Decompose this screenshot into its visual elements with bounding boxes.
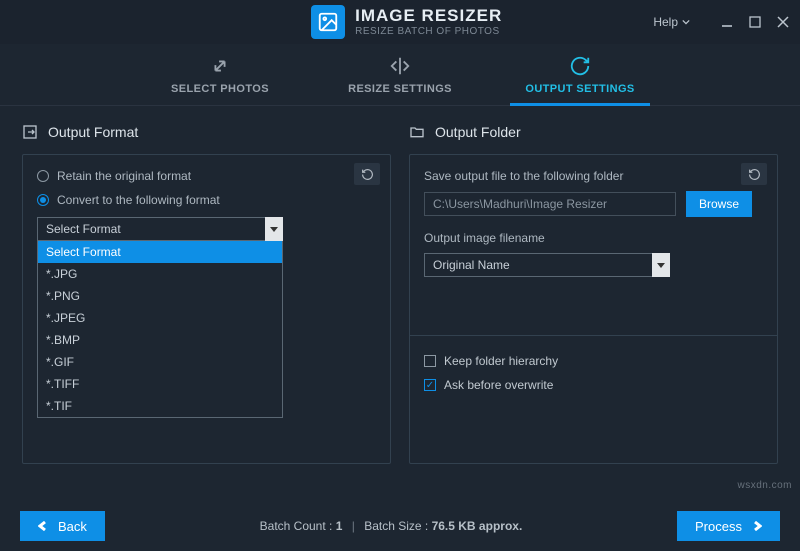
format-dropdown: Select Format *.JPG *.PNG *.JPEG *.BMP *… (37, 241, 283, 418)
app-logo (311, 5, 345, 39)
maximize-button[interactable] (748, 15, 762, 29)
process-button[interactable]: Process (677, 511, 780, 541)
close-button[interactable] (776, 15, 790, 29)
format-option[interactable]: Select Format (38, 241, 282, 263)
radio-convert-format[interactable]: Convert to the following format (37, 193, 376, 207)
tab-resize-settings[interactable]: RESIZE SETTINGS (340, 44, 460, 105)
checkbox-unchecked-icon (424, 355, 436, 367)
radio-unchecked-icon (37, 170, 49, 182)
export-icon (22, 124, 38, 140)
chevron-right-icon (752, 521, 762, 531)
filename-select[interactable]: Original Name (424, 253, 670, 277)
image-icon (317, 11, 339, 33)
filename-label: Output image filename (424, 231, 763, 245)
flip-horizontal-icon (389, 55, 411, 77)
tab-select-photos[interactable]: SELECT PHOTOS (160, 44, 280, 105)
reset-format-button[interactable] (354, 163, 380, 185)
undo-icon (748, 168, 761, 181)
format-option[interactable]: *.TIFF (38, 373, 282, 395)
chevron-down-icon[interactable] (265, 217, 283, 241)
app-subtitle: RESIZE BATCH OF PHOTOS (355, 26, 502, 38)
watermark: wsxdn.com (737, 480, 792, 491)
chevron-left-icon (38, 521, 48, 531)
undo-icon (361, 168, 374, 181)
chevron-down-icon (682, 18, 690, 26)
browse-button[interactable]: Browse (686, 191, 752, 217)
ask-overwrite-checkbox[interactable]: ✓ Ask before overwrite (424, 378, 763, 392)
format-select[interactable]: Select Format (37, 217, 283, 241)
keep-folder-checkbox[interactable]: Keep folder hierarchy (424, 354, 763, 368)
format-option[interactable]: *.BMP (38, 329, 282, 351)
back-button[interactable]: Back (20, 511, 105, 541)
format-option[interactable]: *.JPG (38, 263, 282, 285)
chevron-down-icon[interactable] (652, 253, 670, 277)
save-path-label: Save output file to the following folder (424, 169, 763, 183)
format-option[interactable]: *.PNG (38, 285, 282, 307)
output-folder-title: Output Folder (435, 124, 521, 140)
output-path-input[interactable]: C:\Users\Madhuri\Image Resizer (424, 192, 676, 216)
expand-icon (209, 55, 231, 77)
minimize-button[interactable] (720, 15, 734, 29)
radio-checked-icon (37, 194, 49, 206)
reset-folder-button[interactable] (741, 163, 767, 185)
radio-retain-format[interactable]: Retain the original format (37, 169, 376, 183)
format-option[interactable]: *.JPEG (38, 307, 282, 329)
folder-icon (409, 124, 425, 140)
app-title: IMAGE RESIZER (355, 6, 502, 26)
format-option[interactable]: *.TIF (38, 395, 282, 417)
batch-info: Batch Count : 1 | Batch Size : 76.5 KB a… (260, 519, 523, 533)
tab-output-settings[interactable]: OUTPUT SETTINGS (520, 44, 640, 105)
output-format-title: Output Format (48, 124, 138, 140)
checkbox-checked-icon: ✓ (424, 379, 436, 391)
format-option[interactable]: *.GIF (38, 351, 282, 373)
refresh-icon (569, 55, 591, 77)
help-menu[interactable]: Help (653, 15, 690, 29)
